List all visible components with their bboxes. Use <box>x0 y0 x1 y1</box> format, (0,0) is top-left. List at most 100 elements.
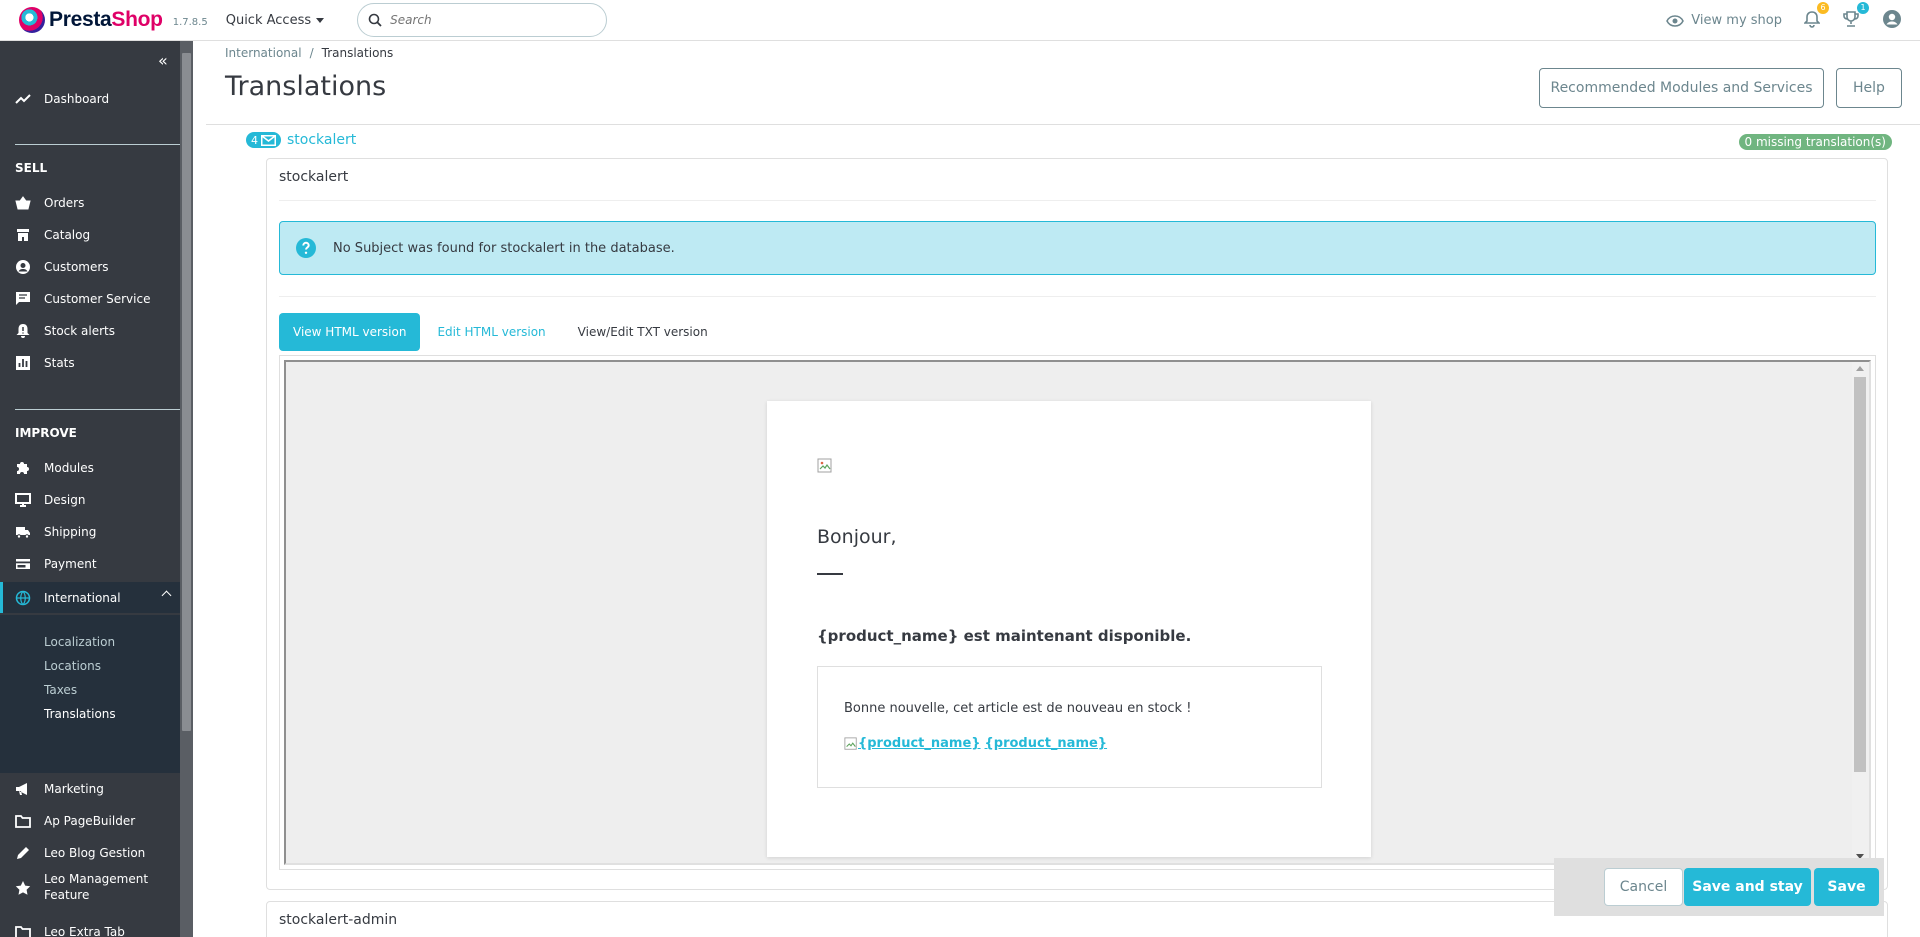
shopping-basket-icon <box>15 196 31 210</box>
help-circle-icon <box>296 238 316 258</box>
mail-template-name[interactable]: stockalert <box>287 132 356 148</box>
pencil-icon <box>17 847 29 859</box>
broken-image-icon <box>817 458 832 473</box>
monitor-icon <box>15 493 31 507</box>
sidebar-item-shipping[interactable]: Shipping <box>0 518 180 546</box>
puzzle-icon <box>17 462 29 474</box>
prestashop-logo[interactable]: PrestaShop <box>19 7 163 33</box>
main-content: 4 stockalert 0 missing translation(s) st… <box>206 126 1920 937</box>
email-good-news: Bonne nouvelle, cet article est de nouve… <box>844 701 1192 716</box>
collapse-sidebar-icon[interactable]: « <box>158 51 168 70</box>
submenu-item-localization[interactable]: Localization <box>44 635 115 649</box>
mail-count-badge: 4 <box>246 132 281 148</box>
email-product-links: {product_name} {product_name} <box>844 736 1107 751</box>
international-submenu: Localization Locations Taxes Translation… <box>0 615 180 773</box>
truck-icon <box>16 527 30 539</box>
missing-translations-badge: 0 missing translation(s) <box>1738 134 1892 150</box>
customers-count-badge: 1 <box>1857 1 1869 14</box>
sidebar-scrollbar-thumb[interactable] <box>182 53 191 731</box>
product-image-link[interactable]: {product_name} <box>858 736 981 751</box>
chevron-up-icon <box>161 590 172 601</box>
sidebar-item-international[interactable]: International <box>0 582 180 613</box>
preview-scrollbar-thumb[interactable] <box>1854 377 1866 772</box>
preview-scrollbar[interactable] <box>1852 362 1869 863</box>
section-title-improve: IMPROVE <box>15 426 77 440</box>
sidebar-nav: « Dashboard SELL Orders Catalog Customer… <box>0 41 193 937</box>
email-greeting: Bonjour, <box>817 526 897 548</box>
panel-divider <box>279 296 1876 297</box>
page-title: Translations <box>225 71 387 102</box>
version-label: 1.7.8.5 <box>172 16 208 28</box>
sidebar-scrollbar[interactable] <box>180 41 193 937</box>
notifications-orders-button[interactable]: 6 <box>1803 1 1829 32</box>
sidebar-item-marketing[interactable]: Marketing <box>0 775 180 803</box>
tab-edit-html[interactable]: Edit HTML version <box>437 325 545 339</box>
sidebar-item-ap-pagebuilder[interactable]: Ap PageBuilder <box>0 807 180 835</box>
notifications-customers-button[interactable]: 1 <box>1842 1 1869 32</box>
sidebar-item-leo-extra-tab[interactable]: Leo Extra Tab <box>0 918 180 937</box>
sidebar-item-dashboard[interactable]: Dashboard <box>0 85 180 113</box>
chat-icon <box>16 292 30 305</box>
form-footer-actions: Cancel Save and stay Save <box>1554 858 1884 916</box>
globe-icon <box>15 590 31 605</box>
sidebar-item-payment[interactable]: Payment <box>0 550 180 578</box>
sidebar-item-stock-alerts[interactable]: Stock alerts <box>0 317 180 345</box>
breadcrumb: International / Translations <box>225 46 394 60</box>
trending-up-icon <box>15 94 31 104</box>
sidebar-item-stats[interactable]: Stats <box>0 349 180 377</box>
credit-card-icon <box>16 559 30 569</box>
sidebar-item-leo-blog[interactable]: Leo Blog Gestion <box>0 839 180 867</box>
section-title-sell: SELL <box>15 161 48 175</box>
sidebar-item-leo-management[interactable]: Leo Management Feature <box>0 871 180 905</box>
save-and-stay-button[interactable]: Save and stay <box>1684 868 1811 906</box>
account-circle-icon <box>16 260 30 274</box>
caret-down-icon <box>316 17 325 23</box>
megaphone-icon <box>16 783 27 795</box>
submenu-item-locations[interactable]: Locations <box>44 659 101 673</box>
cancel-button[interactable]: Cancel <box>1604 868 1683 906</box>
tab-view-html[interactable]: View HTML version <box>279 313 421 351</box>
tab-view-edit-txt[interactable]: View/Edit TXT version <box>578 325 708 339</box>
sidebar-item-modules[interactable]: Modules <box>0 454 180 482</box>
recommended-modules-button[interactable]: Recommended Modules and Services <box>1539 68 1824 108</box>
breadcrumb-international[interactable]: International <box>225 46 302 60</box>
email-product-box: Bonne nouvelle, cet article est de nouve… <box>817 666 1322 788</box>
header-right: View my shop 6 1 <box>1666 0 1920 41</box>
star-icon <box>15 881 31 895</box>
sidebar-item-customer-service[interactable]: Customer Service <box>0 285 180 313</box>
sidebar-item-design[interactable]: Design <box>0 486 180 514</box>
bar-chart-icon <box>16 356 30 370</box>
save-button[interactable]: Save <box>1814 868 1879 906</box>
search-input[interactable] <box>390 13 581 27</box>
help-button[interactable]: Help <box>1836 68 1902 108</box>
mail-template-header[interactable]: 4 stockalert <box>246 132 356 148</box>
sidebar-divider <box>15 144 180 145</box>
trophy-icon <box>1843 10 1859 27</box>
submenu-item-taxes[interactable]: Taxes <box>44 683 77 697</box>
store-icon <box>17 229 29 241</box>
view-my-shop-link[interactable]: View my shop <box>1666 13 1782 28</box>
sidebar-item-customers[interactable]: Customers <box>0 253 180 281</box>
info-alert: No Subject was found for stockalert in t… <box>279 221 1876 275</box>
alert-bell-icon <box>16 324 30 338</box>
envelope-icon <box>261 134 276 146</box>
sidebar-item-catalog[interactable]: Catalog <box>0 221 180 249</box>
email-card: Bonjour, {product_name} est maintenant d… <box>767 401 1371 857</box>
search-icon <box>368 13 382 27</box>
mail-translation-panel: stockalert No Subject was found for stoc… <box>266 158 1888 890</box>
product-name-link[interactable]: {product_name} <box>985 736 1108 751</box>
email-preview-iframe[interactable]: Bonjour, {product_name} est maintenant d… <box>284 360 1871 865</box>
sidebar-item-orders[interactable]: Orders <box>0 189 180 217</box>
submenu-item-translations[interactable]: Translations <box>44 707 116 721</box>
breadcrumb-current: Translations <box>321 46 394 60</box>
top-header: PrestaShop 1.7.8.5 Quick Access View my … <box>0 0 1920 41</box>
employee-menu-button[interactable] <box>1882 9 1902 33</box>
folder-icon <box>15 815 31 828</box>
panel-title: stockalert <box>279 169 349 185</box>
account-circle-icon <box>1883 9 1901 28</box>
quick-access-dropdown[interactable]: Quick Access <box>226 13 325 28</box>
scroll-up-arrow-icon[interactable] <box>1856 366 1864 371</box>
sidebar-divider <box>15 409 180 410</box>
eye-icon <box>1666 14 1685 27</box>
search-box[interactable] <box>357 3 608 37</box>
